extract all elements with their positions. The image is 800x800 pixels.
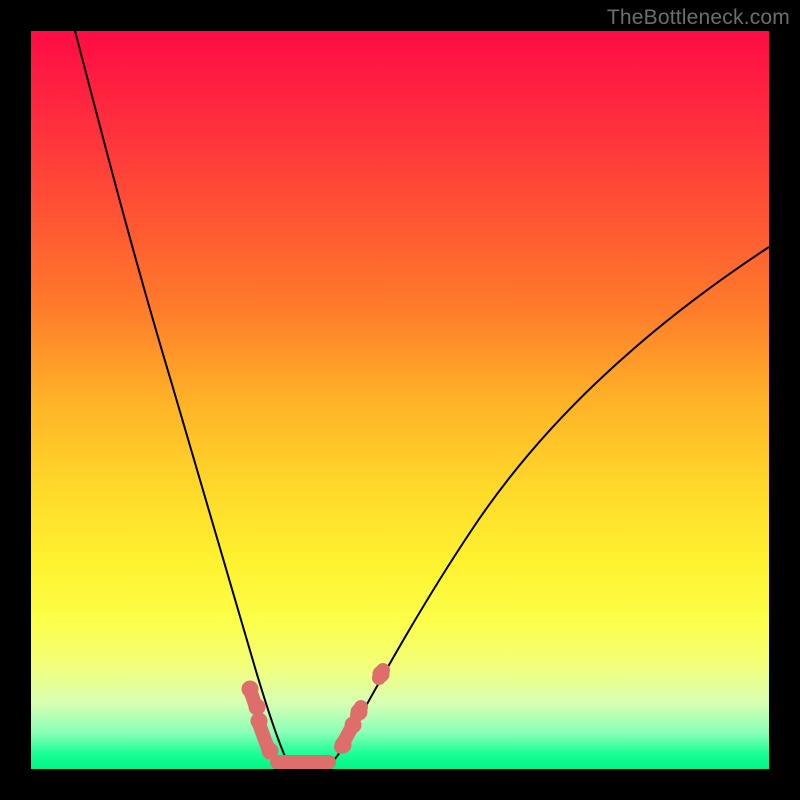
marker-dot [251, 713, 267, 729]
bottleneck-curve [75, 31, 769, 768]
marker-dot [335, 737, 351, 753]
marker-dot [242, 681, 258, 697]
plot-area [31, 31, 769, 769]
watermark-text: TheBottleneck.com [607, 6, 790, 30]
chart-frame: TheBottleneck.com [0, 0, 800, 800]
marker-dot [351, 704, 367, 720]
marker-dot [373, 666, 389, 682]
marker-dot [249, 699, 265, 715]
marker-dot [262, 743, 278, 759]
curve-layer [31, 31, 769, 769]
